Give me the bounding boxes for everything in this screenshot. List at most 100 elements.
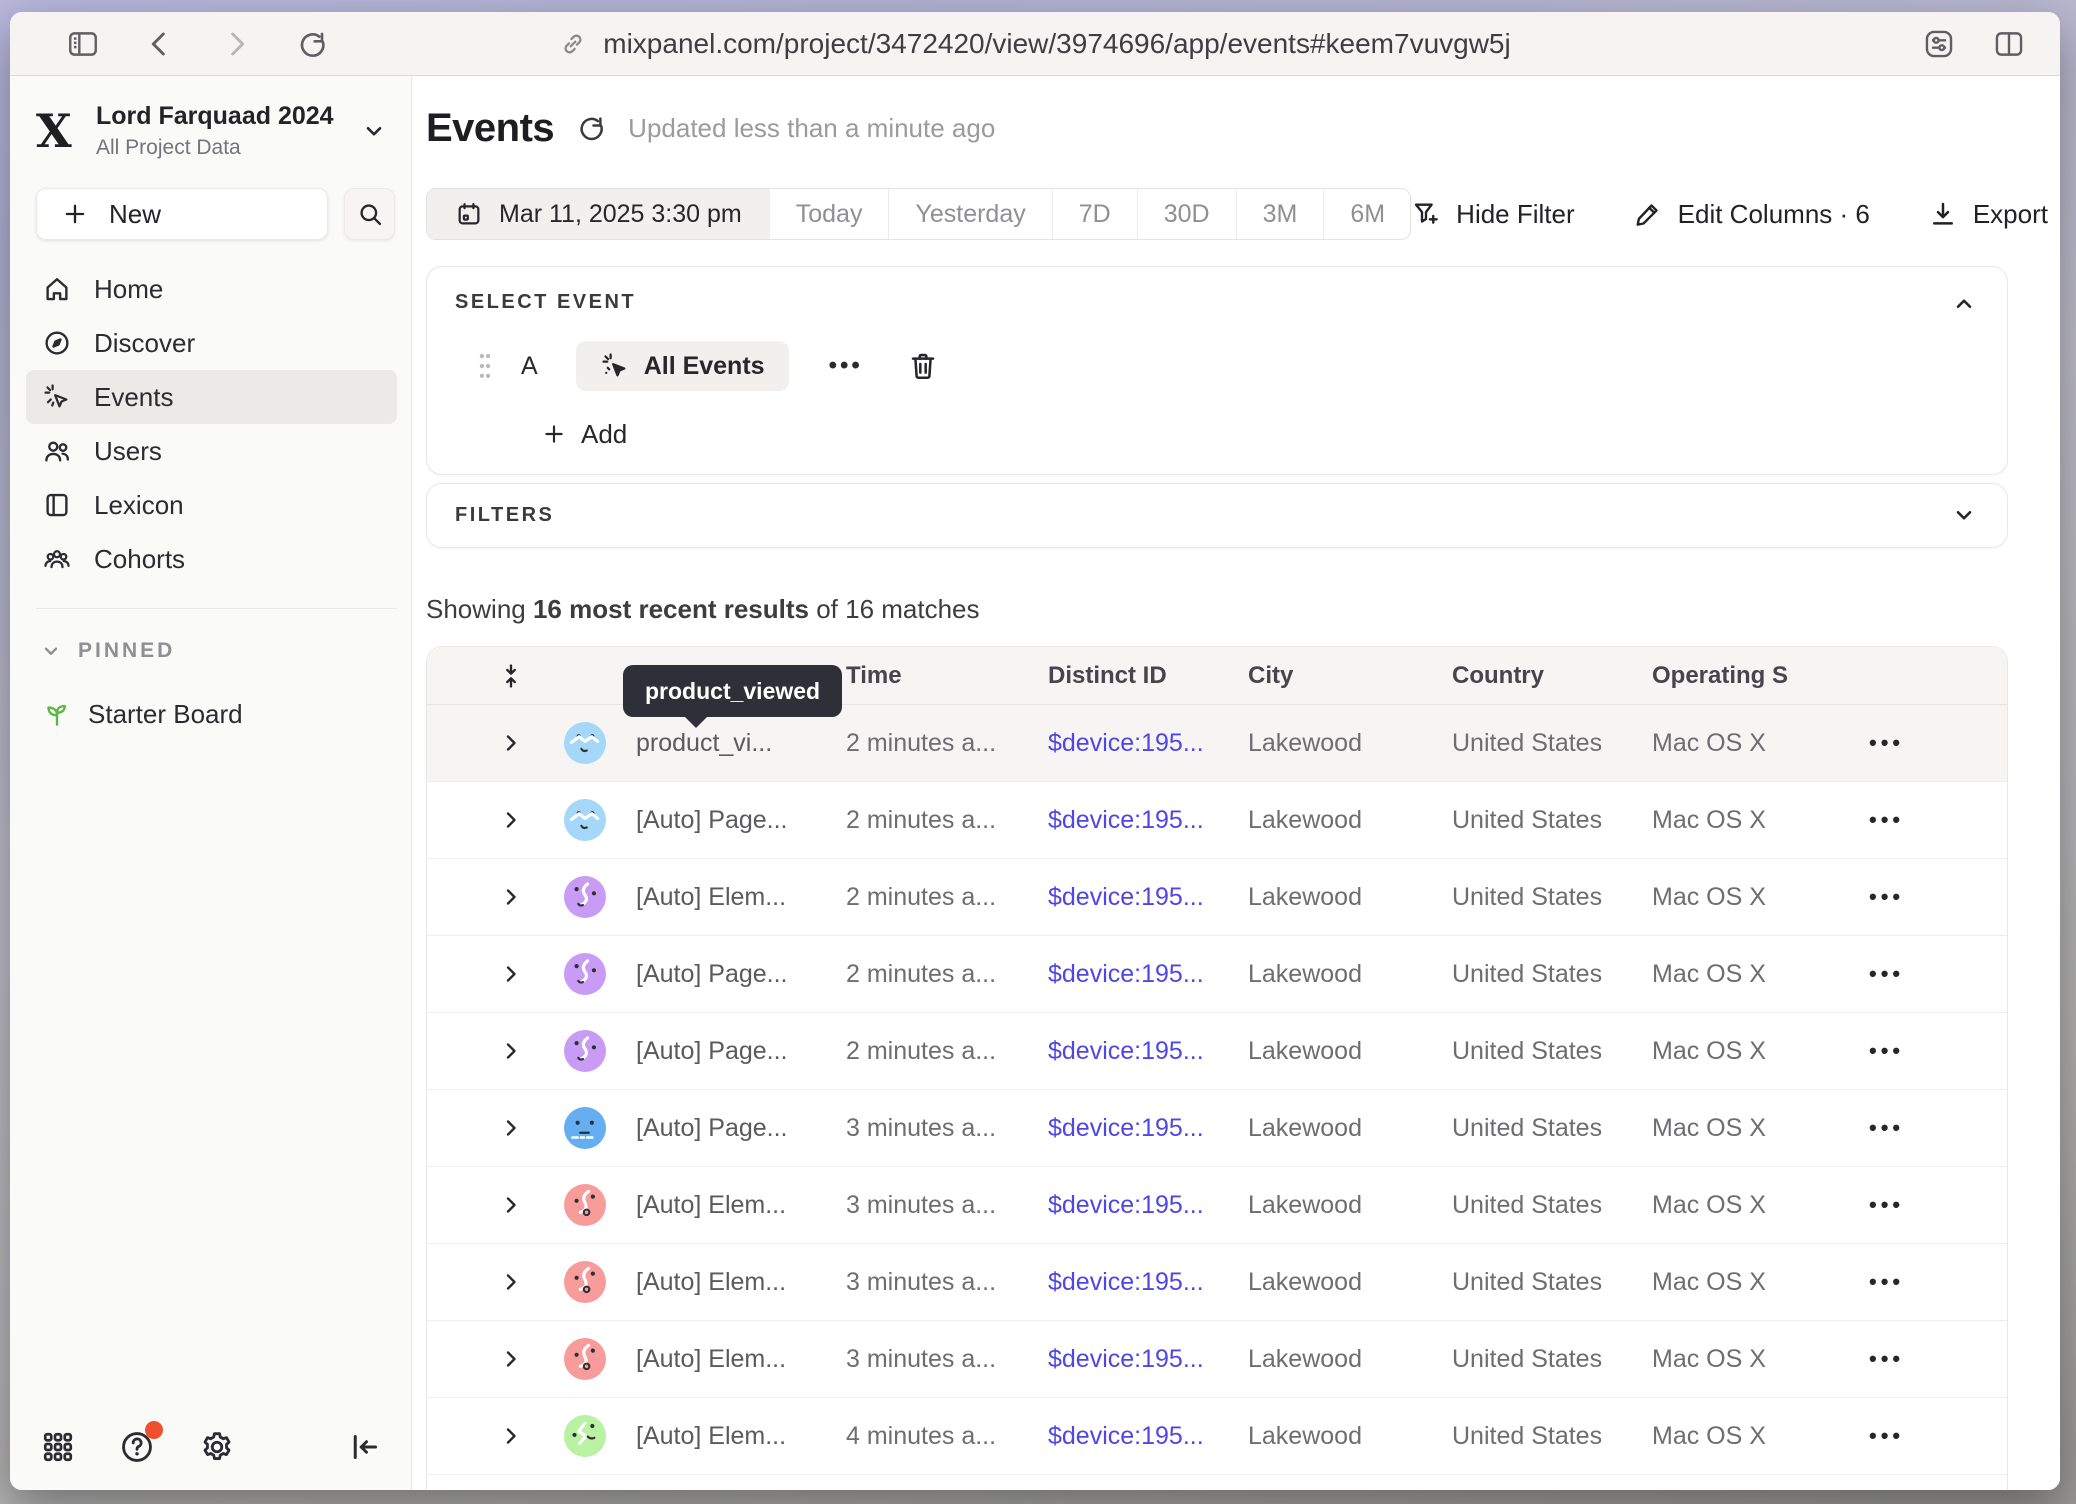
apps-grid-icon[interactable] <box>40 1429 76 1465</box>
expand-row-icon[interactable] <box>479 1270 543 1294</box>
collapse-sidebar-icon[interactable] <box>347 1429 383 1465</box>
sidebar-item-lexicon[interactable]: Lexicon <box>26 478 397 532</box>
row-actions-icon[interactable]: ••• <box>1869 1038 1904 1064</box>
expand-row-icon[interactable] <box>479 731 543 755</box>
row-actions-icon[interactable]: ••• <box>1869 884 1904 910</box>
row-actions-icon[interactable]: ••• <box>1869 1115 1904 1141</box>
range-6m[interactable]: 6M <box>1323 189 1411 239</box>
back-button-icon[interactable] <box>144 28 176 60</box>
column-header-time[interactable]: Time <box>837 662 1039 690</box>
sidebar-item-events[interactable]: Events <box>26 370 397 424</box>
reload-button-icon[interactable] <box>296 28 328 60</box>
pinned-section-header[interactable]: PINNED <box>40 639 411 663</box>
event-name-cell[interactable]: [Auto] Elem... <box>627 1191 837 1220</box>
event-name-cell[interactable]: [Auto] Elem... <box>627 1345 837 1374</box>
distinct-id-link[interactable]: $device:195... <box>1039 1345 1239 1374</box>
range-today[interactable]: Today <box>770 189 889 239</box>
expand-row-icon[interactable] <box>479 1193 543 1217</box>
expand-row-icon[interactable] <box>479 962 543 986</box>
trash-icon[interactable] <box>907 350 939 382</box>
new-button[interactable]: New <box>36 188 328 240</box>
export-button[interactable]: Export <box>1928 199 2048 230</box>
expand-row-icon[interactable] <box>479 1424 543 1448</box>
event-name-cell[interactable]: [Auto] Page... <box>627 806 837 835</box>
range-7d[interactable]: 7D <box>1052 189 1137 239</box>
sidebar-item-home[interactable]: Home <box>26 262 397 316</box>
range-30d[interactable]: 30D <box>1137 189 1236 239</box>
row-actions-icon[interactable]: ••• <box>1869 1269 1904 1295</box>
split-view-icon[interactable] <box>1992 27 2026 61</box>
sidebar-item-starter-board[interactable]: Starter Board <box>26 687 397 741</box>
events-cursor-icon <box>600 351 630 381</box>
pinned-list: Starter Board <box>10 663 411 741</box>
add-event-button[interactable]: Add <box>541 420 627 448</box>
event-name-cell[interactable]: [Auto] Elem... <box>627 1422 837 1451</box>
help-icon[interactable] <box>118 1428 156 1466</box>
chevron-down-icon[interactable] <box>1951 502 1977 528</box>
event-options-icon[interactable]: ••• <box>829 352 863 380</box>
hide-filter-button[interactable]: Hide Filter <box>1411 199 1574 230</box>
refresh-icon[interactable] <box>576 113 606 143</box>
range-yesterday[interactable]: Yesterday <box>888 189 1051 239</box>
chevron-up-icon[interactable] <box>1951 291 1977 317</box>
browser-sidebar-toggle-icon[interactable] <box>66 27 100 61</box>
collapse-rows-icon[interactable] <box>479 662 543 690</box>
settings-gear-icon[interactable] <box>198 1428 236 1466</box>
row-actions-icon[interactable]: ••• <box>1869 807 1904 833</box>
expand-row-icon[interactable] <box>479 885 543 909</box>
expand-row-icon[interactable] <box>479 1347 543 1371</box>
url-bar[interactable]: mixpanel.com/project/3472420/view/397469… <box>559 28 1510 60</box>
sidebar-item-users[interactable]: Users <box>26 424 397 478</box>
range-3m[interactable]: 3M <box>1236 189 1324 239</box>
row-actions-icon[interactable]: ••• <box>1869 730 1904 756</box>
distinct-id-link[interactable]: $device:195... <box>1039 960 1239 989</box>
country-cell: United States <box>1443 729 1643 758</box>
sidebar-item-label: Events <box>94 382 174 413</box>
event-selector-chip[interactable]: All Events <box>576 341 789 391</box>
row-actions-icon[interactable]: ••• <box>1869 1346 1904 1372</box>
page-settings-icon[interactable] <box>1922 27 1956 61</box>
city-cell: Lakewood <box>1239 1191 1443 1220</box>
sidebar-item-cohorts[interactable]: Cohorts <box>26 532 397 586</box>
event-name-cell[interactable]: [Auto] Elem... <box>627 1268 837 1297</box>
drag-handle-icon[interactable] <box>477 350 493 382</box>
event-name-cell[interactable]: [Auto] Page... <box>627 1114 837 1143</box>
distinct-id-link[interactable]: $device:195... <box>1039 1191 1239 1220</box>
event-name-cell[interactable]: product_vi... <box>627 729 837 758</box>
table-row: [Auto] Elem... 3 minutes a... $device:19… <box>427 1244 2007 1321</box>
country-cell: United States <box>1443 1037 1643 1066</box>
date-picker-segment[interactable]: Mar 11, 2025 3:30 pm <box>427 189 770 239</box>
distinct-id-link[interactable]: $device:195... <box>1039 729 1239 758</box>
expand-row-icon[interactable] <box>479 1116 543 1140</box>
distinct-id-link[interactable]: $device:195... <box>1039 1268 1239 1297</box>
os-cell: Mac OS X <box>1643 1345 1869 1374</box>
os-cell: Mac OS X <box>1643 883 1869 912</box>
distinct-id-link[interactable]: $device:195... <box>1039 1114 1239 1143</box>
forward-button-icon[interactable] <box>220 28 252 60</box>
column-header-city[interactable]: City <box>1239 662 1443 690</box>
expand-row-icon[interactable] <box>479 1039 543 1063</box>
edit-columns-button[interactable]: Edit Columns · 6 <box>1633 199 1870 230</box>
event-name-cell[interactable]: [Auto] Page... <box>627 960 837 989</box>
distinct-id-link[interactable]: $device:195... <box>1039 1422 1239 1451</box>
search-button[interactable] <box>344 188 395 240</box>
country-cell: United States <box>1443 960 1643 989</box>
row-actions-icon[interactable]: ••• <box>1869 1192 1904 1218</box>
project-switcher[interactable]: X Lord Farquaad 2024 All Project Data <box>36 102 387 160</box>
table-row: [Auto] Page... 2 minutes a... $device:19… <box>427 1013 2007 1090</box>
sidebar-item-label: Home <box>94 274 163 305</box>
distinct-id-link[interactable]: $device:195... <box>1039 1037 1239 1066</box>
distinct-id-link[interactable]: $device:195... <box>1039 883 1239 912</box>
filters-label: FILTERS <box>455 504 554 527</box>
expand-row-icon[interactable] <box>479 808 543 832</box>
column-header-os[interactable]: Operating S <box>1643 662 1869 690</box>
row-actions-icon[interactable]: ••• <box>1869 1423 1904 1449</box>
event-name-cell[interactable]: [Auto] Elem... <box>627 883 837 912</box>
event-name-cell[interactable]: [Auto] Page... <box>627 1037 837 1066</box>
row-actions-icon[interactable]: ••• <box>1869 961 1904 987</box>
search-icon <box>356 200 384 228</box>
column-header-distinct-id[interactable]: Distinct ID <box>1039 662 1239 690</box>
distinct-id-link[interactable]: $device:195... <box>1039 806 1239 835</box>
column-header-country[interactable]: Country <box>1443 662 1643 690</box>
sidebar-item-discover[interactable]: Discover <box>26 316 397 370</box>
